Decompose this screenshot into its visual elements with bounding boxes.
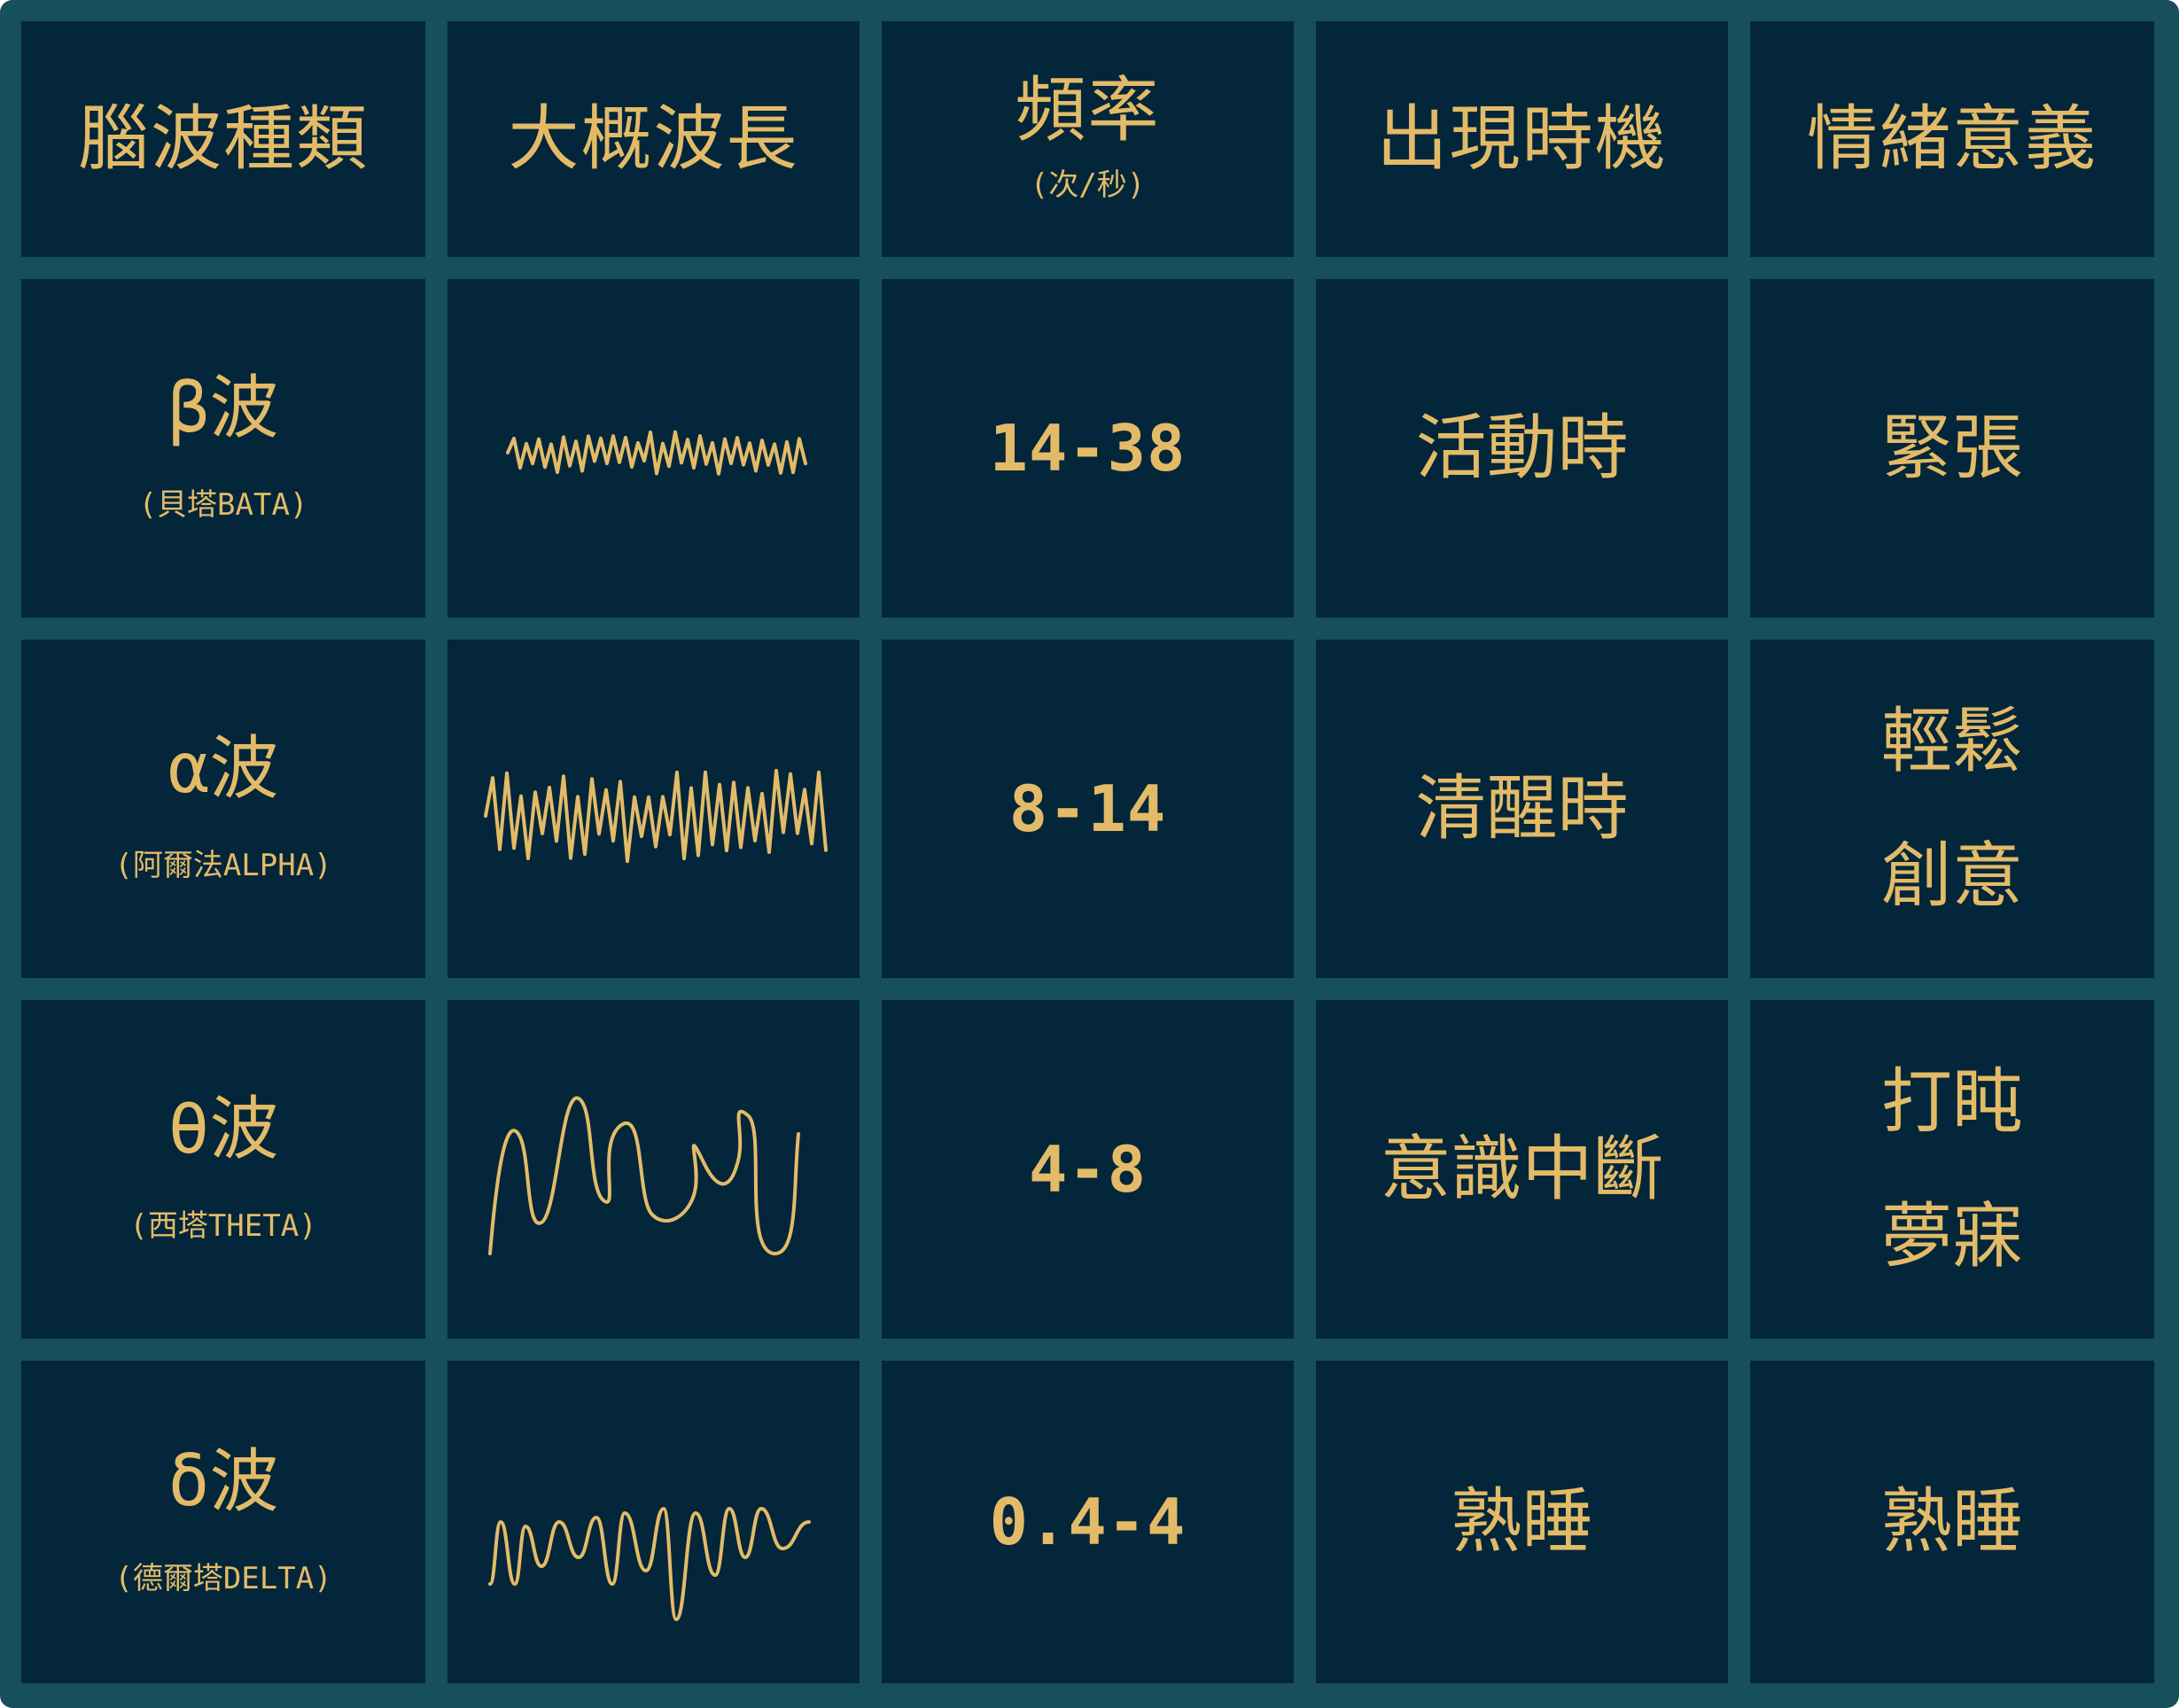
delta-emotion-1: 熟睡 (1881, 1480, 2023, 1563)
theta-timing: 意識中斷 (1380, 1128, 1664, 1210)
delta-name: (德爾塔DELTA) (114, 1560, 332, 1596)
delta-frequency-cell: 0.4-4 (882, 1361, 1294, 1683)
theta-timing-cell: 意識中斷 (1316, 1000, 1728, 1339)
theta-type-cell: θ波 (西塔THETA) (21, 1000, 425, 1339)
alpha-timing: 清醒時 (1415, 767, 1629, 850)
header-timing: 出現時機 (1316, 21, 1728, 257)
alpha-emotion-1: 輕鬆 (1881, 700, 2023, 782)
beta-wave-icon (505, 430, 807, 476)
delta-emotion-cell: 熟睡 (1750, 1361, 2154, 1683)
alpha-timing-cell: 清醒時 (1316, 640, 1728, 978)
beta-symbol: β波 (167, 368, 279, 448)
header-frequency-unit: (次/秒) (1030, 167, 1146, 203)
theta-symbol: θ波 (167, 1089, 279, 1169)
header-type: 腦波種類 (21, 21, 425, 257)
beta-timing: 活動時 (1415, 407, 1629, 489)
alpha-wave-cell (447, 640, 860, 978)
alpha-emotion-2: 創意 (1881, 835, 2023, 917)
header-timing-label: 出現時機 (1376, 97, 1668, 180)
header-emotion-label: 情緒意義 (1807, 97, 2097, 180)
alpha-type-cell: α波 (阿爾法ALPHA) (21, 640, 425, 978)
alpha-emotion-cell: 輕鬆 創意 (1750, 640, 2154, 978)
theta-wave-icon (487, 1096, 800, 1255)
header-wavelength-label: 大概波長 (508, 97, 799, 180)
beta-waveform (505, 430, 807, 476)
header-wavelength: 大概波長 (447, 21, 860, 257)
theta-emotion-2: 夢寐 (1881, 1195, 2023, 1277)
theta-emotion-cell: 打盹 夢寐 (1750, 1000, 2154, 1339)
beta-type-cell: β波 (貝塔BATA) (21, 279, 425, 617)
beta-timing-cell: 活動時 (1316, 279, 1728, 617)
beta-frequency-cell: 14-38 (882, 279, 1294, 617)
theta-emotion-1: 打盹 (1881, 1060, 2023, 1143)
header-frequency-label: 頻率 (1015, 68, 1161, 151)
alpha-wave-icon (483, 768, 828, 864)
theta-waveform (487, 1096, 800, 1255)
alpha-name: (阿爾法ALPHA) (114, 847, 332, 883)
alpha-frequency: 8-14 (1008, 772, 1167, 846)
alpha-frequency-cell: 8-14 (882, 640, 1294, 978)
alpha-waveform (483, 768, 828, 864)
delta-type-cell: δ波 (德爾塔DELTA) (21, 1361, 425, 1683)
delta-waveform (487, 1507, 811, 1621)
beta-emotion-1: 緊張 (1881, 407, 2023, 489)
brainwave-table: 腦波種類 大概波長 頻率 (次/秒) 出現時機 情緒意義 β波 (貝塔BATA)… (0, 0, 2179, 1708)
theta-name: (西塔THETA) (129, 1207, 317, 1244)
delta-timing-cell: 熟睡 (1316, 1361, 1728, 1683)
delta-timing: 熟睡 (1451, 1480, 1593, 1563)
beta-wave-cell (447, 279, 860, 617)
theta-frequency-cell: 4-8 (882, 1000, 1294, 1339)
alpha-symbol: α波 (167, 728, 279, 809)
theta-frequency: 4-8 (1028, 1132, 1148, 1207)
header-emotion: 情緒意義 (1750, 21, 2154, 257)
header-frequency: 頻率 (次/秒) (882, 21, 1294, 257)
delta-wave-icon (487, 1507, 811, 1621)
beta-emotion-cell: 緊張 (1750, 279, 2154, 617)
delta-frequency: 0.4-4 (989, 1485, 1187, 1559)
header-type-label: 腦波種類 (78, 97, 369, 180)
beta-name: (貝塔BATA) (138, 486, 308, 523)
beta-frequency: 14-38 (989, 411, 1187, 485)
delta-wave-cell (447, 1361, 860, 1683)
theta-wave-cell (447, 1000, 860, 1339)
delta-symbol: δ波 (167, 1441, 279, 1522)
